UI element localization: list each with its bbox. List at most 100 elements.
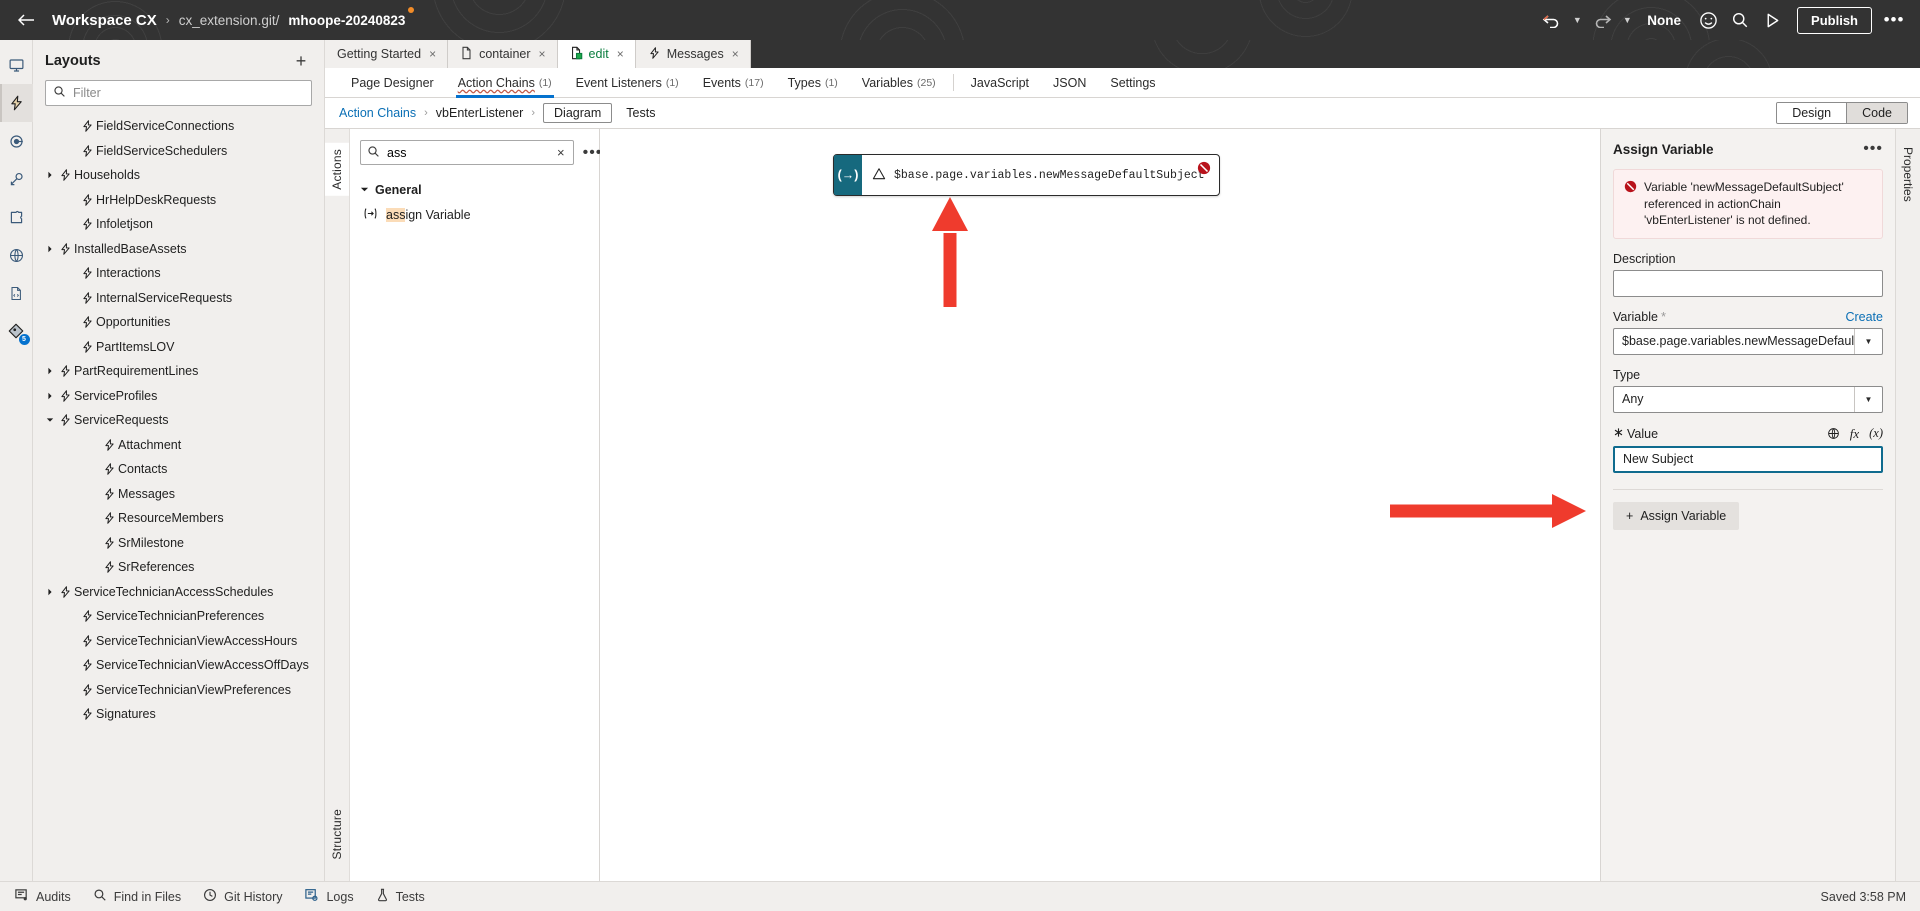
rail-item-git[interactable]: 5 xyxy=(0,312,33,350)
subtab-variables[interactable]: Variables (25) xyxy=(850,68,948,98)
vtab-actions[interactable]: Actions xyxy=(325,143,349,196)
tree-item-infoletjson[interactable]: Infoletjson xyxy=(33,212,324,237)
editor-tab-edit[interactable]: edit × xyxy=(557,40,636,68)
tree-item-servicetechnicianviewaccesshours[interactable]: ServiceTechnicianViewAccessHours xyxy=(33,629,324,654)
chevron-right-icon[interactable] xyxy=(43,245,56,253)
layouts-filter-box[interactable] xyxy=(45,80,312,106)
rail-item-monitor[interactable] xyxy=(0,46,33,84)
tree-item-messages[interactable]: Messages xyxy=(33,482,324,507)
tree-item-attachment[interactable]: Attachment xyxy=(33,433,324,458)
palette-search-box[interactable]: × xyxy=(360,140,574,165)
tree-item-fieldserviceschedulers[interactable]: FieldServiceSchedulers xyxy=(33,139,324,164)
editor-tab-close-icon[interactable]: × xyxy=(427,47,438,61)
status-item-git-history[interactable]: Git History xyxy=(203,888,282,905)
search-icon[interactable] xyxy=(1725,6,1755,34)
view-tests-button[interactable]: Tests xyxy=(620,104,661,122)
tree-item-partrequirementlines[interactable]: PartRequirementLines xyxy=(33,359,324,384)
editor-tab-messages[interactable]: Messages × xyxy=(635,40,751,68)
chevron-right-icon[interactable] xyxy=(43,171,56,179)
tree-item-fieldserviceconnections[interactable]: FieldServiceConnections xyxy=(33,114,324,139)
code-button[interactable]: Code xyxy=(1846,103,1907,123)
subtab-json[interactable]: JSON xyxy=(1041,68,1098,98)
node-error-badge-icon[interactable] xyxy=(1197,161,1211,178)
layouts-filter-input[interactable] xyxy=(73,86,304,100)
run-play-icon[interactable] xyxy=(1757,6,1787,34)
chevron-right-icon[interactable] xyxy=(43,588,56,596)
tree-item-resourcemembers[interactable]: ResourceMembers xyxy=(33,506,324,531)
tree-item-servicerequests[interactable]: ServiceRequests xyxy=(33,408,324,433)
rail-item-services[interactable] xyxy=(0,160,33,198)
tree-item-interactions[interactable]: Interactions xyxy=(33,261,324,286)
status-item-logs[interactable]: Logs xyxy=(304,888,354,905)
subtab-page-designer[interactable]: Page Designer xyxy=(339,68,446,98)
status-item-audits[interactable]: Audits xyxy=(14,888,71,905)
back-arrow-icon[interactable] xyxy=(14,8,38,32)
editor-tab-container[interactable]: container × xyxy=(448,40,558,68)
create-variable-link[interactable]: Create xyxy=(1845,310,1883,324)
tree-item-opportunities[interactable]: Opportunities xyxy=(33,310,324,335)
palette-search-clear-icon[interactable]: × xyxy=(555,145,567,160)
action-node-assign-variable[interactable]: (→) $base.page.variables.newMessageDefau… xyxy=(833,154,1220,196)
rail-item-layouts[interactable] xyxy=(0,84,33,122)
publish-button[interactable]: Publish xyxy=(1797,6,1872,34)
redo-dropdown-icon[interactable]: ▼ xyxy=(1619,6,1635,34)
rail-item-source[interactable] xyxy=(0,274,33,312)
rail-item-processes[interactable] xyxy=(0,122,33,160)
chevron-right-icon[interactable] xyxy=(43,392,56,400)
vtab-structure[interactable]: Structure xyxy=(330,809,344,860)
tree-item-internalservicerequests[interactable]: InternalServiceRequests xyxy=(33,286,324,311)
tree-item-households[interactable]: Households xyxy=(33,163,324,188)
tree-item-servicetechnicianpreferences[interactable]: ServiceTechnicianPreferences xyxy=(33,604,324,629)
palette-item-assign-variable[interactable]: assign Variable xyxy=(363,207,589,223)
tree-item-srreferences[interactable]: SrReferences xyxy=(33,555,324,580)
properties-more-icon[interactable]: ••• xyxy=(1863,140,1883,158)
editor-tab-close-icon[interactable]: × xyxy=(615,47,626,61)
layouts-tree[interactable]: FieldServiceConnections FieldServiceSched… xyxy=(33,114,324,881)
tree-item-servicetechnicianviewpreferences[interactable]: ServiceTechnicianViewPreferences xyxy=(33,678,324,703)
subtab-event-listeners[interactable]: Event Listeners (1) xyxy=(564,68,691,98)
subtab-settings[interactable]: Settings xyxy=(1098,68,1167,98)
subtab-action-chains[interactable]: Action Chains (1) xyxy=(446,68,564,98)
value-input[interactable] xyxy=(1613,445,1883,473)
rrail-tab-properties[interactable]: Properties xyxy=(1901,147,1915,202)
environment-selector[interactable]: None xyxy=(1637,13,1691,28)
variable-select-chevron-down-icon[interactable]: ▼ xyxy=(1854,328,1882,354)
type-select-chevron-down-icon[interactable]: ▼ xyxy=(1854,386,1882,412)
type-select[interactable]: Any ▼ xyxy=(1613,385,1883,413)
status-item-tests[interactable]: Tests xyxy=(376,888,425,905)
rail-item-components[interactable] xyxy=(0,198,33,236)
subtab-javascript[interactable]: JavaScript xyxy=(959,68,1041,98)
breadcrumb-workspace[interactable]: Workspace CX xyxy=(52,12,157,29)
globe-icon[interactable] xyxy=(1827,427,1840,440)
tree-item-hrhelpdeskrequests[interactable]: HrHelpDeskRequests xyxy=(33,188,324,213)
tree-item-servicetechnicianviewaccessoffdays[interactable]: ServiceTechnicianViewAccessOffDays xyxy=(33,653,324,678)
status-item-find-in-files[interactable]: Find in Files xyxy=(93,888,181,905)
chevron-down-icon[interactable] xyxy=(43,416,56,424)
undo-icon[interactable] xyxy=(1537,6,1567,34)
expression-icon[interactable]: (x) xyxy=(1869,426,1883,441)
subtab-types[interactable]: Types (1) xyxy=(776,68,850,98)
palette-group-general[interactable]: General xyxy=(360,183,589,197)
tree-item-srmilestone[interactable]: SrMilestone xyxy=(33,531,324,556)
fx-icon[interactable]: fx xyxy=(1850,426,1859,442)
view-diagram-button[interactable]: Diagram xyxy=(543,103,613,123)
tree-item-signatures[interactable]: Signatures xyxy=(33,702,324,727)
palette-search-input[interactable] xyxy=(387,145,548,160)
add-assign-variable-button[interactable]: + Assign Variable xyxy=(1613,501,1740,530)
tree-item-contacts[interactable]: Contacts xyxy=(33,457,324,482)
chevron-right-icon[interactable] xyxy=(43,367,56,375)
undo-dropdown-icon[interactable]: ▼ xyxy=(1569,6,1585,34)
rail-item-webapps[interactable] xyxy=(0,236,33,274)
description-input[interactable] xyxy=(1613,269,1883,297)
breadcrumb-branch[interactable]: mhoope-20240823 xyxy=(288,6,415,28)
feedback-smiley-icon[interactable] xyxy=(1693,6,1723,34)
tree-item-servicetechnicianaccessschedules[interactable]: ServiceTechnicianAccessSchedules xyxy=(33,580,324,605)
breadcrumb-chain-name[interactable]: vbEnterListener xyxy=(436,106,524,120)
header-more-icon[interactable]: ••• xyxy=(1880,6,1908,34)
breadcrumb-repo[interactable]: cx_extension.git/ xyxy=(179,13,280,28)
variable-select[interactable]: $base.page.variables.newMessageDefault ▼ xyxy=(1613,327,1883,355)
tree-item-installedbaseassets[interactable]: InstalledBaseAssets xyxy=(33,237,324,262)
tree-item-serviceprofiles[interactable]: ServiceProfiles xyxy=(33,384,324,409)
tree-item-partitemslov[interactable]: PartItemsLOV xyxy=(33,335,324,360)
redo-icon[interactable] xyxy=(1587,6,1617,34)
